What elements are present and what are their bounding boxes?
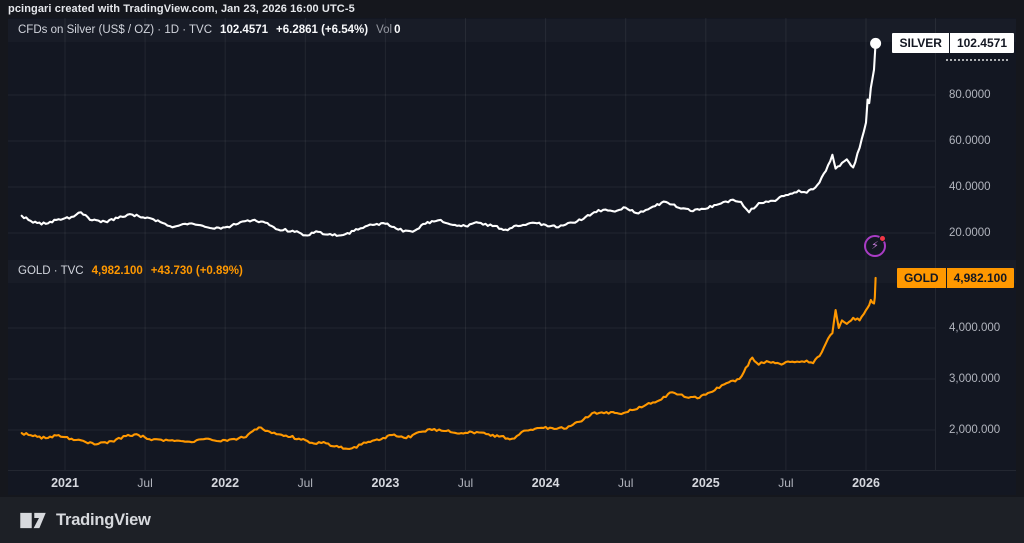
time-axis-label: 2025 (692, 476, 720, 490)
time-axis-label: 2026 (852, 476, 880, 490)
silver-change: +6.2861 (+6.54%) (276, 24, 368, 36)
lightning-bolt-icon: ⚡ (871, 241, 879, 252)
attribution-text: pcingari created with TradingView.com, J… (8, 3, 355, 15)
price-axis-label: 2,000.000 (949, 424, 1000, 436)
price-axis-label: 80.0000 (949, 89, 991, 101)
footer-bar: TradingView (0, 497, 1024, 543)
time-axis-label: Jul (458, 476, 473, 490)
price-axis-label: 40.0000 (949, 181, 991, 193)
gold-badge-value: 4,982.100 (947, 268, 1014, 288)
time-axis[interactable]: 2021 Jul 2022 Jul 2023 Jul 2024 Jul 2025 Jul 2026 (8, 470, 1016, 495)
time-axis-label: Jul (298, 476, 313, 490)
silver-price-dashed-line (946, 59, 1008, 61)
price-axis-label: 3,000.000 (949, 373, 1000, 385)
tradingview-snapshot: pcingari created with TradingView.com, J… (0, 0, 1024, 543)
time-axis-label: Jul (137, 476, 152, 490)
time-axis-label: 2024 (532, 476, 560, 490)
silver-last-price: 102.4571 (220, 24, 268, 36)
gold-last-price: 4,982.100 (92, 265, 143, 277)
silver-legend[interactable]: CFDs on Silver (US$ / OZ) · 1D · TVC 102… (18, 24, 401, 36)
chart-panel[interactable]: CFDs on Silver (US$ / OZ) · 1D · TVC 102… (8, 18, 1016, 495)
silver-price-badge: SILVER 102.4571 (892, 33, 1014, 53)
price-axis-label: 60.0000 (949, 135, 991, 147)
time-axis-label: 2023 (371, 476, 399, 490)
gold-legend[interactable]: GOLD · TVC 4,982.100 +43.730 (+0.89%) (18, 265, 243, 277)
attribution-bar: pcingari created with TradingView.com, J… (0, 0, 1024, 18)
tradingview-logo-link[interactable]: TradingView (19, 511, 151, 530)
notification-dot (879, 235, 886, 242)
tradingview-logo-icon (19, 511, 47, 530)
flash-boost-button[interactable]: ⚡ (864, 235, 886, 257)
silver-volume-value: 0 (394, 24, 400, 36)
chart-canvas[interactable] (8, 18, 1016, 495)
silver-volume-label: Vol (376, 24, 392, 36)
time-axis-label: 2022 (211, 476, 239, 490)
gold-badge-label: GOLD (897, 268, 947, 288)
silver-symbol-label: CFDs on Silver (US$ / OZ) · 1D · TVC (18, 24, 212, 36)
gold-price-badge: GOLD 4,982.100 (897, 268, 1014, 288)
gold-symbol-label: GOLD · TVC (18, 265, 84, 277)
silver-badge-value: 102.4571 (950, 33, 1014, 53)
silver-badge-label: SILVER (892, 33, 949, 53)
time-axis-label: Jul (618, 476, 633, 490)
time-axis-label: Jul (778, 476, 793, 490)
tradingview-logo-text: TradingView (56, 511, 151, 530)
price-axis-label: 4,000.000 (949, 322, 1000, 334)
price-axis-label: 20.0000 (949, 227, 991, 239)
price-axis[interactable]: 80.0000 60.0000 40.0000 20.0000 4,000.000 3,0… (935, 18, 1016, 470)
gold-change: +43.730 (+0.89%) (151, 265, 243, 277)
time-axis-label: 2021 (51, 476, 79, 490)
